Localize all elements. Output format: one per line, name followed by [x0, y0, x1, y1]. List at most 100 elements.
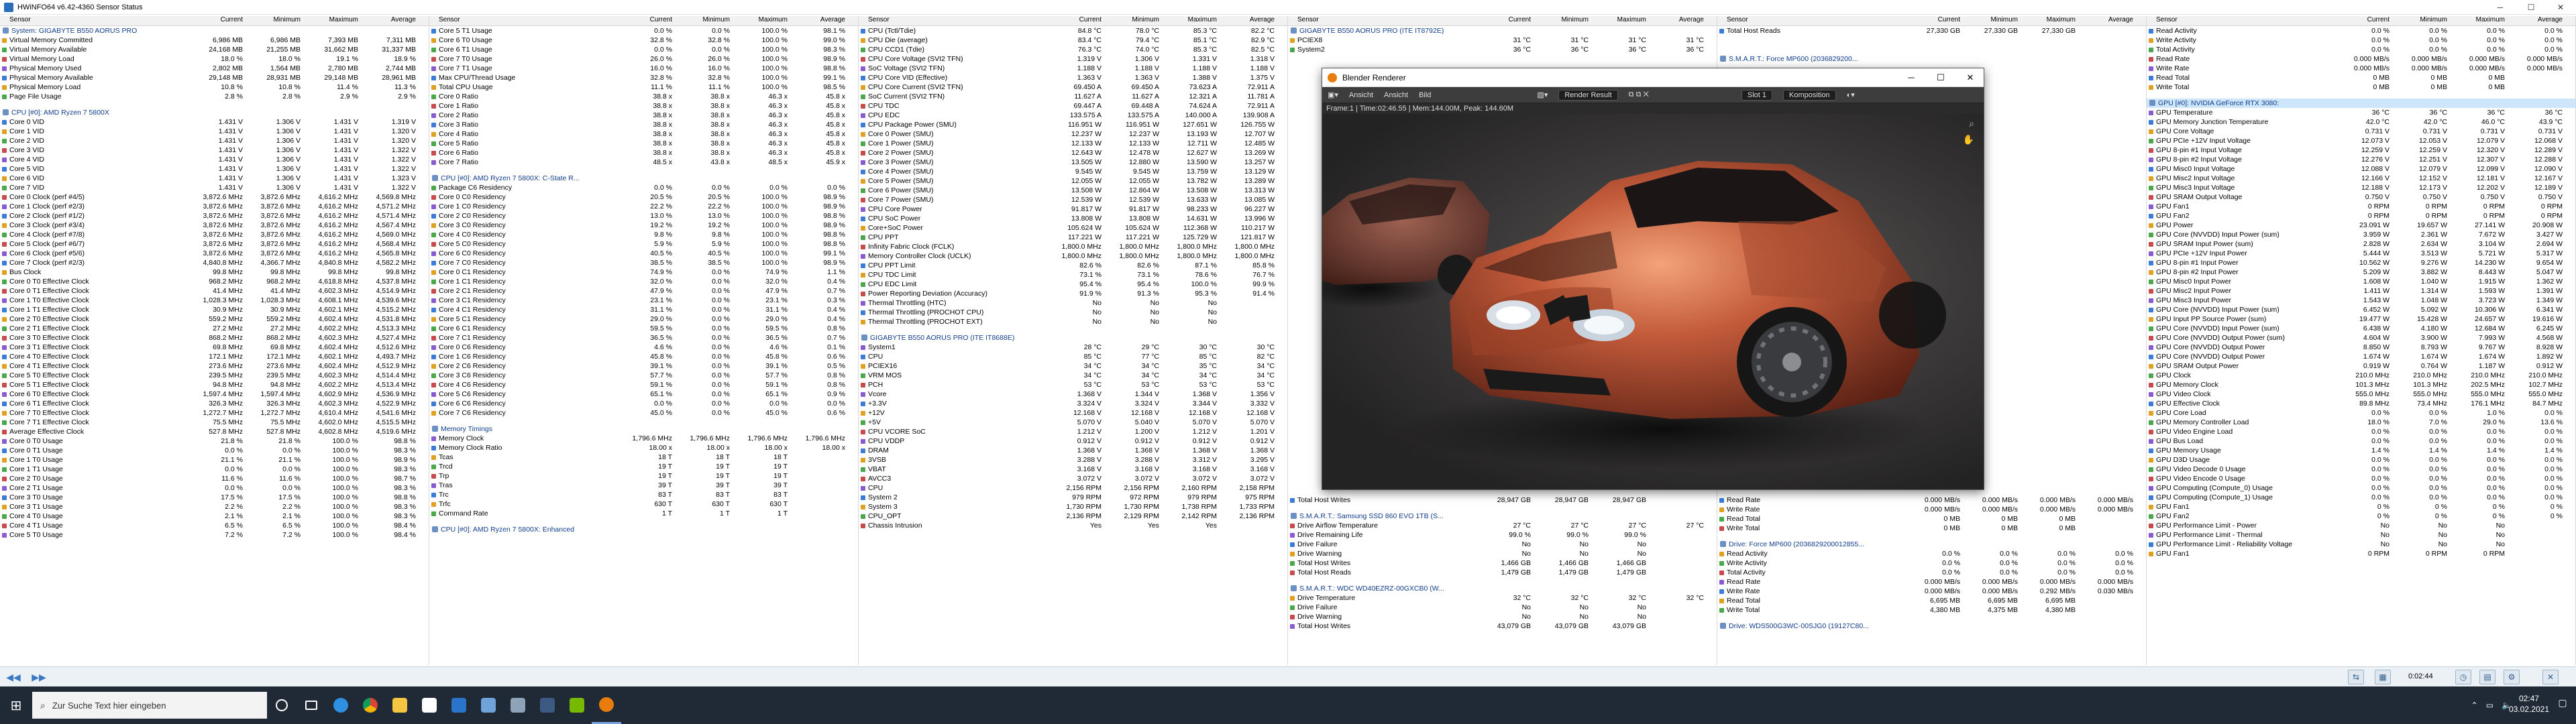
calendar-taskbar-icon[interactable] [533, 686, 562, 724]
sensor-row[interactable]: Core 6 VID 1.431 V 1.306 V 1.431 V 1.323 V [0, 174, 429, 183]
sensor-row[interactable]: Core 5 VID 1.431 V 1.306 V 1.431 V 1.322 V [0, 164, 429, 174]
sensor-row[interactable]: Total Activity 0.0 % 0.0 % 0.0 % 0.0 % [1717, 568, 2146, 577]
sensor-row[interactable]: Core 4 VID 1.431 V 1.306 V 1.431 V 1.322 V [0, 155, 429, 164]
header-average[interactable]: Average [1221, 16, 1279, 25]
column-header[interactable]: Sensor Current Minimum Maximum Average [2147, 16, 2575, 26]
network-tray-icon[interactable]: ▭ [2486, 701, 2493, 710]
sensor-row[interactable]: Total Host Reads 1,479 GB 1,479 GB 1,479 GB [1288, 568, 1717, 577]
next-page-button[interactable]: ▶▶ [31, 671, 47, 683]
sensor-row[interactable]: Core 6 Power (SMU) 13.508 W 12.864 W 13.508… [859, 186, 1287, 195]
sensor-row[interactable]: Write Total 0 MB 0 MB 0 MB [1717, 524, 2146, 533]
sensor-row[interactable]: Core 7 T1 Effective Clock 75.5 MHz 75.5 MH… [0, 418, 429, 427]
sensor-row[interactable]: PCIEX16 34 °C 34 °C 35 °C 34 °C [859, 361, 1287, 371]
blender-maximize-button[interactable]: ☐ [1926, 68, 1955, 87]
sensor-row[interactable]: Core 7 C6 Residency 45.0 % 0.0 % 45.0 % 0.6 … [429, 408, 858, 418]
header-maximum[interactable]: Maximum [305, 16, 362, 25]
start-windows-icon[interactable]: ⊞ [0, 686, 32, 724]
sensor-row[interactable]: Core 5 T0 Usage 7.2 % 7.2 % 100.0 % 98.4 % [0, 530, 429, 540]
settings-layout-icon[interactable]: ▦ [2375, 670, 2391, 684]
sensor-row[interactable]: GPU SRAM Output Power 0.919 W 0.764 W 1.187… [2147, 361, 2575, 371]
sensor-row[interactable]: GPU Core (NVVDD) Output Power (sum) 4.604… [2147, 333, 2575, 343]
sensor-row[interactable]: +5V 5.070 V 5.040 V 5.070 V 5.070 V [859, 418, 1287, 427]
sensor-row[interactable]: Core 7 T1 Usage 16.0 % 16.0 % 100.0 % 98.8 % [429, 64, 858, 73]
sensor-row[interactable]: Core 0 Power (SMU) 12.237 W 12.237 W 13.193… [859, 129, 1287, 139]
sensor-row[interactable]: GPU Video Engine Load 0.0 % 0.0 % 0.0 % 0.0 … [2147, 427, 2575, 436]
sensor-row[interactable]: Power Reporting Deviation (Accuracy) 91.9… [859, 289, 1287, 298]
sensor-row[interactable]: GPU Memory Usage 1.4 % 1.4 % 1.4 % 1.4 % [2147, 446, 2575, 455]
sensor-row[interactable]: GPU Computing (Compute_0) Usage 0.0 % 0.0 … [2147, 483, 2575, 493]
sensor-row[interactable]: Core 2 C0 Residency 13.0 % 13.0 % 100.0 % 98… [429, 211, 858, 221]
sensor-row[interactable]: Core 2 VID 1.431 V 1.306 V 1.431 V 1.320 V [0, 136, 429, 145]
header-current[interactable]: Current [189, 16, 247, 25]
sensor-row[interactable]: System1 28 °C 29 °C 30 °C 30 °C [859, 343, 1287, 352]
column-header[interactable]: Sensor Current Minimum Maximum Average [1288, 16, 1717, 26]
header-current[interactable]: Current [619, 16, 676, 25]
sensor-row[interactable]: CPU VCORE SoC 1.212 V 1.200 V 1.212 V 1.201 … [859, 427, 1287, 436]
minimize-button[interactable]: ─ [2485, 0, 2516, 15]
sensor-row[interactable]: Core 2 Power (SMU) 12.643 W 12.478 W 12.627… [859, 148, 1287, 158]
close-button[interactable]: ✕ [2545, 0, 2576, 15]
explorer-icon[interactable] [385, 686, 415, 724]
column-header[interactable]: Sensor Current Minimum Maximum Average [429, 16, 858, 26]
mail-icon[interactable] [444, 686, 474, 724]
editor-type-icon[interactable]: ▣▾ [1328, 90, 1338, 99]
sensor-group[interactable]: GIGABYTE B550 AORUS PRO (ITE IT8792E) [1288, 26, 1717, 36]
sensor-row[interactable]: Memory Clock 1,796.6 MHz 1,796.6 MHz 1,796.… [429, 434, 858, 443]
sensor-group[interactable]: S.M.A.R.T.: WDC WD40EZRZ-00GXCB0 (W... [1288, 584, 1717, 593]
sensor-row[interactable]: Core 6 C1 Residency 59.5 % 0.0 % 59.5 % 0.8 … [429, 324, 858, 333]
sensor-row[interactable]: Core 0 T0 Effective Clock 968.2 MHz 968.2 … [0, 277, 429, 286]
header-maximum[interactable]: Maximum [2022, 16, 2080, 25]
sensor-row[interactable]: GPU D3D Usage 0.0 % 0.0 % 0.0 % 0.0 % [2147, 455, 2575, 465]
sensor-row[interactable]: Package C6 Residency 0.0 % 0.0 % 0.0 % 0.0 % [429, 183, 858, 192]
sensor-row[interactable]: Core 1 T1 Usage 0.0 % 0.0 % 100.0 % 98.3 % [0, 465, 429, 474]
header-maximum[interactable]: Maximum [1163, 16, 1221, 25]
sensor-row[interactable]: Core+SoC Power 105.624 W 105.624 W 112.368 … [859, 223, 1287, 233]
sensor-row[interactable]: Total CPU Usage 11.1 % 11.1 % 100.0 % 98.5 % [429, 82, 858, 92]
sensor-row[interactable]: Core 3 T1 Usage 2.2 % 2.2 % 100.0 % 98.3 % [0, 502, 429, 511]
sensor-row[interactable]: System 3 1,730 RPM 1,730 RPM 1,738 RPM 1,733… [859, 502, 1287, 511]
sensor-row[interactable]: GPU Input PP Source Power (sum) 19.477 W1… [2147, 314, 2575, 324]
sensor-row[interactable]: AVCC3 3.072 V 3.072 V 3.072 V 3.072 V [859, 474, 1287, 483]
sensor-row[interactable]: GPU Performance Limit - Power No No No [2147, 521, 2575, 530]
sensor-row[interactable]: Core 4 Ratio 38.8 x 38.8 x 46.3 x 45.8 x [429, 129, 858, 139]
sensor-row[interactable]: CPU Die (average) 83.4 °C 79.4 °C 85.1 °C 82… [859, 36, 1287, 45]
edge-icon[interactable] [326, 686, 356, 724]
menu-view[interactable]: Ansicht [1349, 91, 1373, 99]
sensor-row[interactable]: GPU Performance Limit - Thermal No No No [2147, 530, 2575, 540]
sensor-row[interactable]: Core 2 T0 Usage 11.6 % 11.6 % 100.0 % 98.7 % [0, 474, 429, 483]
column-header[interactable]: Sensor Current Minimum Maximum Average [0, 16, 429, 26]
sensor-row[interactable]: GPU 8-pin #2 Input Voltage 12.276 V 12.251… [2147, 155, 2575, 164]
sensor-group[interactable]: GIGABYTE B550 AORUS PRO (ITE IT8688E) [859, 333, 1287, 343]
header-minimum[interactable]: Minimum [247, 16, 305, 25]
task-view-icon[interactable] [297, 686, 326, 724]
sensor-row[interactable]: Core 7 Clock (perf #2/3) 4,840.8 MHz 4,366… [0, 258, 429, 267]
sensor-row[interactable]: +3.3V 3.324 V 3.324 V 3.344 V 3.332 V [859, 399, 1287, 408]
sensor-row[interactable]: Core 7 Power (SMU) 12.539 W 12.539 W 13.633… [859, 195, 1287, 204]
sensor-row[interactable]: GPU SRAM Input Power (sum) 2.828 W 2.634 W… [2147, 239, 2575, 249]
image-browse-icon[interactable]: ▨▾ [1537, 90, 1548, 99]
sensor-row[interactable]: GPU Core (NVVDD) Input Power (sum) 6.452 … [2147, 305, 2575, 314]
sensor-row[interactable]: Core 4 Power (SMU) 9.545 W 9.545 W 13.759 W… [859, 167, 1287, 176]
monitor-taskbar-icon[interactable] [503, 686, 533, 724]
sensor-row[interactable]: GPU Performance Limit - Reliability Volt… [2147, 540, 2575, 549]
sensor-row[interactable]: Core 1 Ratio 38.8 x 38.8 x 46.3 x 45.8 x [429, 101, 858, 111]
header-average[interactable]: Average [792, 16, 849, 25]
header-current[interactable]: Current [1477, 16, 1535, 25]
sensor-row[interactable]: Drive Failure No No No [1288, 540, 1717, 549]
sensor-row[interactable]: GPU Power 23.091 W 19.657 W 27.141 W 20.908 … [2147, 221, 2575, 230]
sensor-row[interactable]: Core 0 T0 Usage 21.8 % 21.8 % 100.0 % 98.8 % [0, 436, 429, 446]
sensor-row[interactable]: Core 3 Power (SMU) 13.505 W 12.880 W 13.590… [859, 158, 1287, 167]
sensor-group[interactable]: S.M.A.R.T.: Samsung SSD 860 EVO 1TB (S..… [1288, 511, 1717, 521]
sensor-row[interactable]: Core 0 Clock (perf #4/5) 3,872.6 MHz 3,872… [0, 192, 429, 202]
sensor-row[interactable]: CPU Core Current (SVI2 TFN) 69.450 A 69.45… [859, 82, 1287, 92]
sensor-row[interactable]: GPU Fan1 0 RPM 0 RPM 0 RPM 0 RPM [2147, 202, 2575, 211]
sensor-row[interactable]: GPU Fan2 0 % 0 % 0 % 0 % [2147, 511, 2575, 521]
sensor-row[interactable]: Core 6 C0 Residency 40.5 % 40.5 % 100.0 % 99… [429, 249, 858, 258]
sensor-row[interactable]: Core 7 C1 Residency 36.5 % 0.0 % 36.5 % 0.7 … [429, 333, 858, 343]
sensor-row[interactable]: Core 7 Ratio 48.5 x 43.8 x 48.5 x 45.9 x [429, 158, 858, 167]
sensor-row[interactable]: VRM MOS 34 °C 34 °C 34 °C 34 °C [859, 371, 1287, 380]
sensor-row[interactable]: Core 6 Ratio 38.8 x 38.8 x 46.3 x 45.8 x [429, 148, 858, 158]
sensor-row[interactable]: Core 2 Ratio 38.8 x 38.8 x 46.3 x 45.8 x [429, 111, 858, 120]
sensor-row[interactable]: CPU VDDP 0.912 V 0.912 V 0.912 V 0.912 V [859, 436, 1287, 446]
header-average[interactable]: Average [2080, 16, 2137, 25]
